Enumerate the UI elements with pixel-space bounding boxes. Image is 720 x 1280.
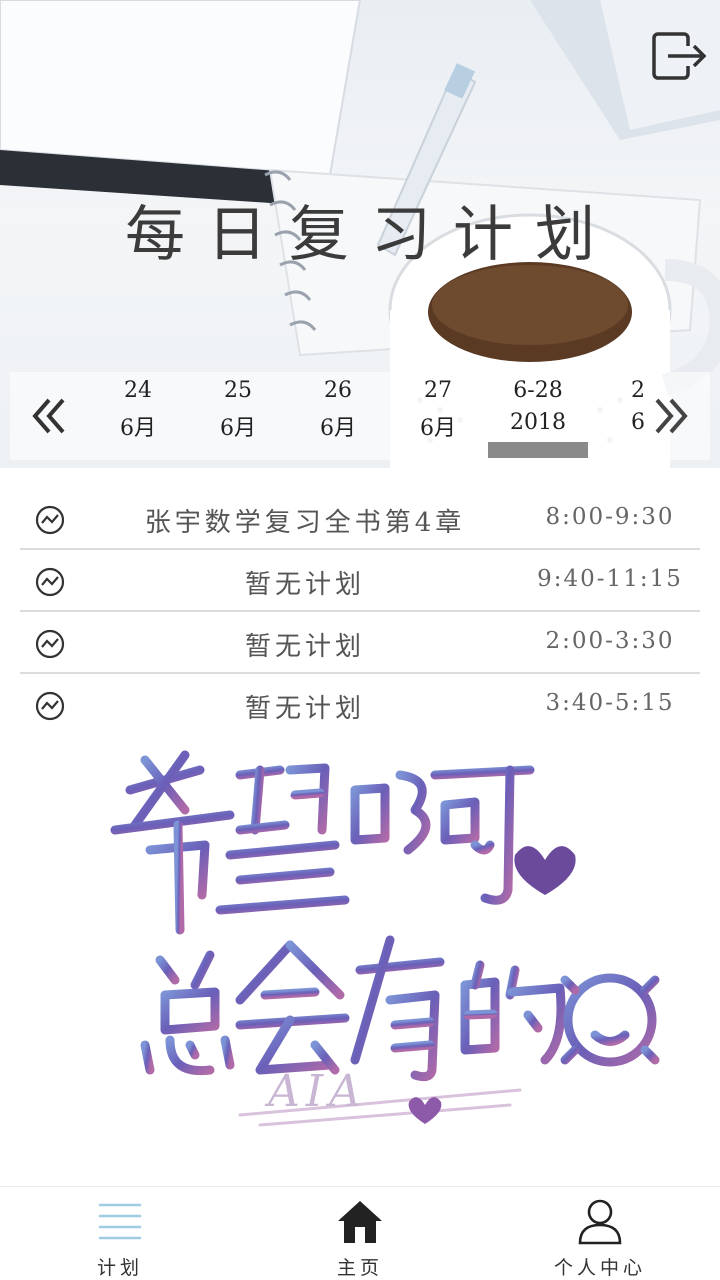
- nav-home[interactable]: 主页: [240, 1187, 480, 1280]
- date-day: 2: [631, 378, 644, 403]
- nav-plan[interactable]: 计划: [0, 1187, 240, 1280]
- signature-text: AIA: [268, 1066, 367, 1117]
- plan-time: 3:40-5:15: [545, 690, 675, 716]
- nav-profile-label: 个人中心: [553, 1257, 646, 1279]
- date-item-27[interactable]: 27 6月: [388, 372, 488, 460]
- list-icon: [98, 1203, 142, 1240]
- plan-row[interactable]: 张宇数学复习全书第4章 8:00-9:30: [20, 488, 700, 550]
- plan-time: 9:40-11:15: [537, 566, 683, 592]
- date-day: 6-28: [513, 378, 563, 403]
- date-day: 24: [124, 378, 152, 403]
- date-item-24[interactable]: 24 6月: [88, 372, 188, 460]
- prev-dates-button[interactable]: [24, 388, 74, 444]
- double-chevron-left-icon: [32, 398, 65, 434]
- plan-time: 8:00-9:30: [545, 504, 675, 530]
- date-month: 6月: [320, 416, 356, 441]
- page-title: 每日复习计划: [125, 200, 617, 270]
- date-day: 26: [324, 378, 352, 403]
- date-day: 27: [424, 378, 452, 403]
- next-dates-button[interactable]: [646, 388, 696, 444]
- date-year: 2018: [510, 410, 566, 435]
- nav-profile[interactable]: 个人中心: [480, 1187, 720, 1280]
- plan-title: 暂无计划: [244, 632, 365, 662]
- date-day: 25: [224, 378, 252, 403]
- selected-date-indicator: [488, 442, 588, 458]
- date-month: 6月: [220, 416, 256, 441]
- hope-lettering-image: [110, 750, 670, 1127]
- plan-row[interactable]: 暂无计划 3:40-5:15: [20, 674, 700, 736]
- home-icon: [338, 1201, 382, 1243]
- plan-title: 暂无计划: [244, 570, 365, 600]
- chart-circle-icon: [35, 691, 65, 721]
- user-icon: [578, 1199, 622, 1245]
- plan-row[interactable]: 暂无计划 2:00-3:30: [20, 612, 700, 674]
- chart-circle-icon: [35, 567, 65, 597]
- bottom-nav: 计划 主页 个人中心: [0, 1186, 720, 1280]
- date-item-25[interactable]: 25 6月: [188, 372, 288, 460]
- logout-icon: [652, 32, 707, 80]
- date-selector: 24 6月 25 6月 26 6月 27 6月 6-28 2018 2 6: [10, 372, 710, 460]
- plan-list: 张宇数学复习全书第4章 8:00-9:30 暂无计划 9:40-11:15 暂无…: [20, 488, 700, 736]
- double-chevron-right-icon: [655, 398, 688, 434]
- plan-time: 2:00-3:30: [545, 628, 675, 654]
- nav-home-label: 主页: [336, 1257, 383, 1279]
- chart-circle-icon: [35, 505, 65, 535]
- chart-circle-icon: [35, 629, 65, 659]
- logout-button[interactable]: [646, 26, 710, 86]
- plan-title: 张宇数学复习全书第4章: [144, 508, 466, 538]
- date-item-next[interactable]: 2 6: [588, 372, 644, 460]
- date-month: 6: [631, 410, 644, 435]
- date-month: 6月: [120, 416, 156, 441]
- header-banner: 每日复习计划 24 6月 25 6月 26 6月 27 6月 6-28 2018…: [0, 0, 720, 468]
- nav-plan-label: 计划: [96, 1257, 143, 1279]
- plan-row[interactable]: 暂无计划 9:40-11:15: [20, 550, 700, 612]
- plan-title: 暂无计划: [244, 694, 365, 724]
- date-month: 6月: [420, 416, 456, 441]
- date-item-26[interactable]: 26 6月: [288, 372, 388, 460]
